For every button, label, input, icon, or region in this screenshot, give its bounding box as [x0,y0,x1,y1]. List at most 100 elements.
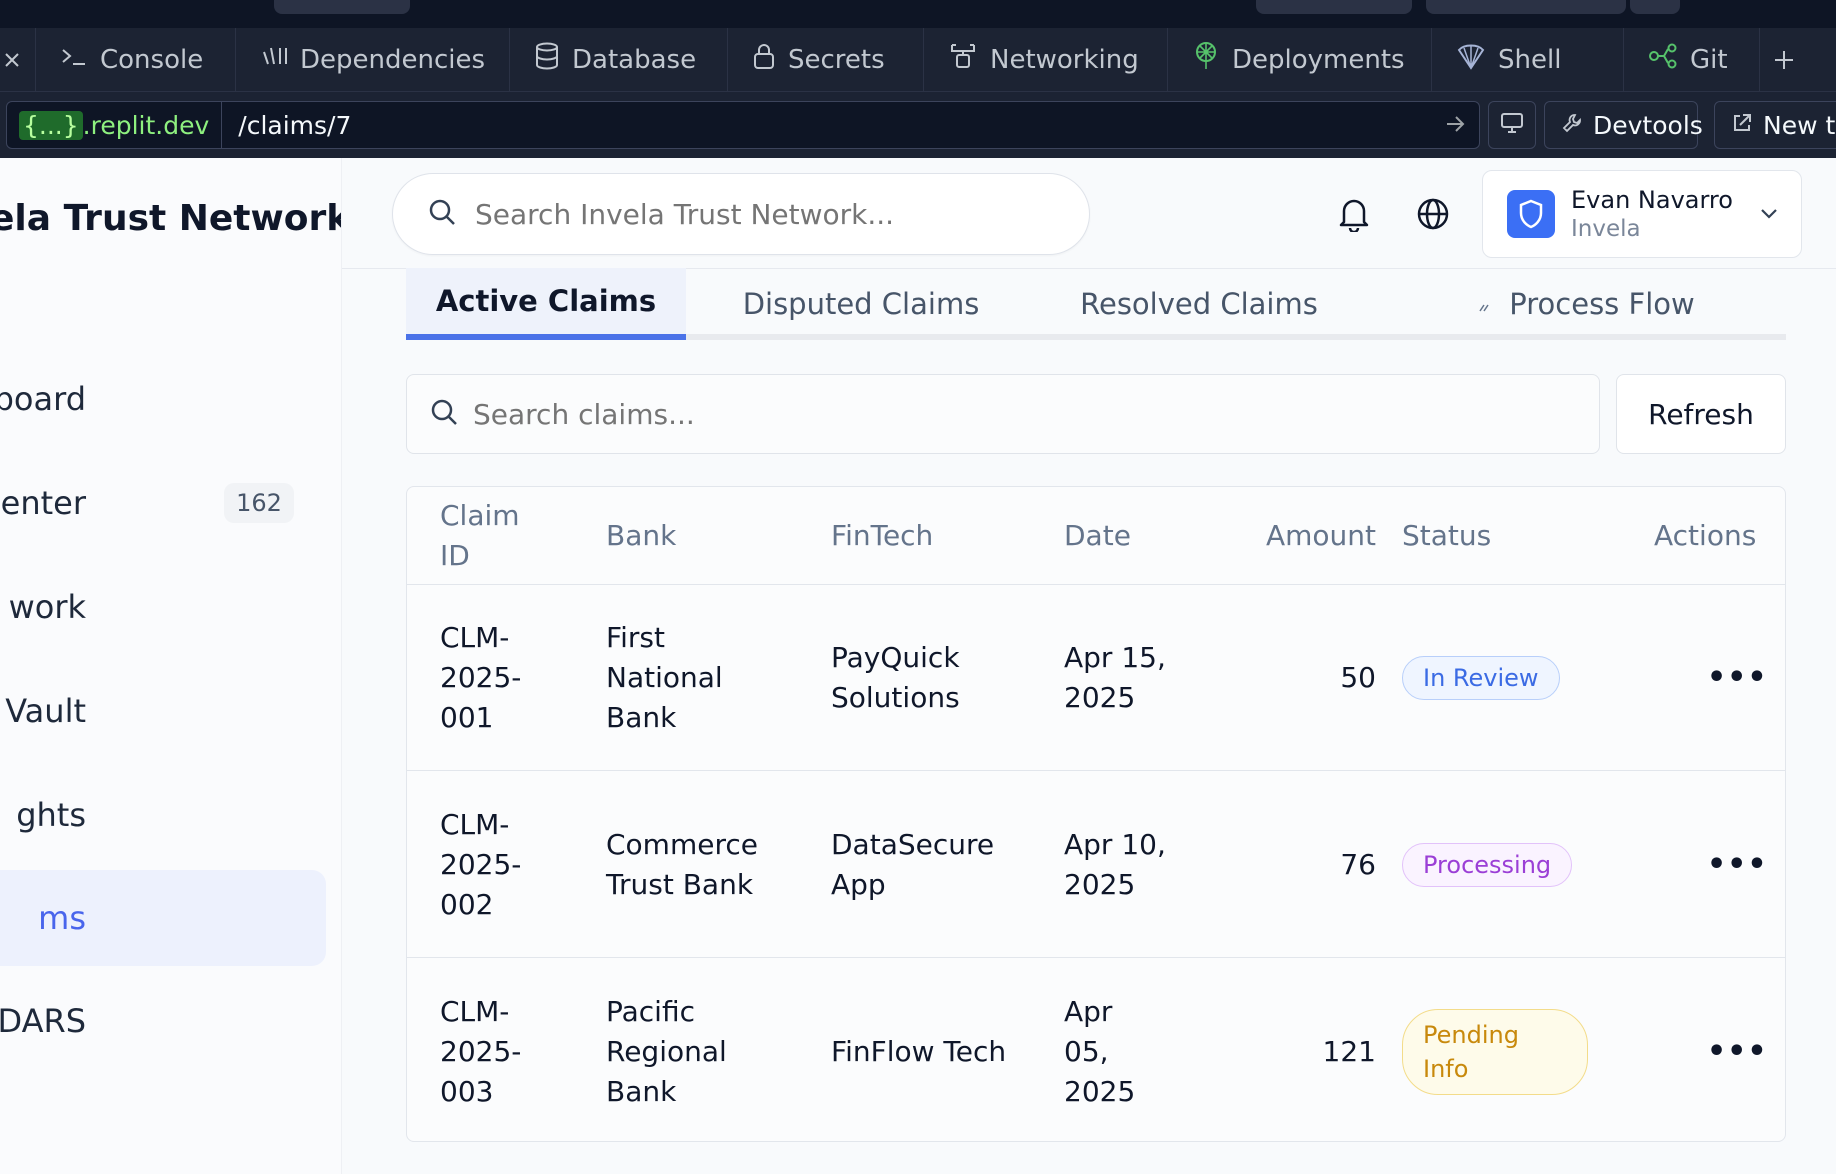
refresh-button[interactable]: Refresh [1616,374,1786,454]
new-tab-button[interactable]: New ta [1714,101,1836,149]
sidebar-item-dars[interactable]: ' DARS [0,973,326,1069]
table-row[interactable]: CLM-2025-002 Commerce Trust Bank DataSec… [407,772,1785,958]
tab-label: Active Claims [435,284,657,318]
tab-dependencies[interactable]: Dependencies [236,27,510,92]
sidebar: ela Trust Network hboard k Center 162 wo… [0,158,342,1174]
column-header-status[interactable]: Status [1402,487,1491,585]
window-tab-indicator [1256,0,1412,14]
sidebar-item-claims[interactable]: ms [0,870,326,966]
tab-secrets[interactable]: Secrets [728,27,924,92]
window-tab-indicator [274,0,410,14]
add-tab-button[interactable] [1760,28,1820,92]
new-tab-label: New ta [1763,110,1836,140]
tab-git[interactable]: Git [1624,27,1760,92]
cell-date: Apr 05, 2025 [1064,995,1136,1108]
sidebar-item-label: hboard [0,380,86,418]
tab-label: Console [100,44,204,75]
sidebar-item-label: k Center [0,484,86,522]
tab-active-claims[interactable]: Active Claims [406,268,686,340]
cell-amount: 121 [1322,1035,1376,1068]
status-badge: Pending Info [1402,1009,1588,1095]
column-header-amount[interactable]: Amount [1233,487,1376,585]
table-row[interactable]: CLM-2025-003 Pacific Regional Bank FinFl… [407,959,1785,1141]
user-menu[interactable]: Evan Navarro Invela [1482,170,1802,258]
count-badge: 162 [224,483,294,523]
bell-icon[interactable] [1334,194,1374,234]
more-actions-icon[interactable]: ••• [1707,585,1768,771]
tab-label: Deployments [1232,44,1405,75]
sidebar-item-label: Vault [5,692,86,730]
flow-icon [1477,287,1491,321]
tab-label: Resolved Claims [1080,287,1318,321]
sidebar-item-label: ' DARS [0,1002,86,1040]
cell-claim-id[interactable]: CLM-2025-001 [440,585,560,771]
terminal-icon [60,45,100,75]
tab-label: Secrets [788,44,885,75]
devtools-button[interactable]: Devtools [1544,101,1703,149]
cell-bank: Commerce Trust Bank [606,828,758,901]
sidebar-item-insights[interactable]: ghts [0,767,326,863]
external-link-icon [1731,111,1763,140]
sidebar-item-vault[interactable]: Vault [0,663,326,759]
cell-date: Apr 10, 2025 [1064,828,1166,901]
search-icon [393,197,475,231]
cell-status: In Review [1402,585,1560,771]
column-header-bank[interactable]: Bank [606,487,676,585]
sidebar-item-label: ms [38,899,86,937]
device-preview-button[interactable] [1488,101,1536,149]
shell-icon [1456,42,1498,77]
more-actions-icon[interactable]: ••• [1707,772,1768,958]
arrow-right-icon[interactable] [1445,111,1479,139]
window-tab-indicator [1630,0,1680,14]
global-search[interactable] [392,173,1090,255]
tab-database[interactable]: Database [510,27,728,92]
window-tab-indicator [1426,0,1626,14]
tab-process-flow[interactable]: Process Flow [1466,268,1706,340]
network-icon [948,41,990,78]
claims-tabs: Active Claims Disputed Claims Resolved C… [406,268,1786,340]
tab-disputed-claims[interactable]: Disputed Claims [736,268,986,340]
sidebar-item-label: work [8,588,86,626]
row-actions-glyph: ••• [1707,1034,1768,1069]
global-search-input[interactable] [475,197,1035,231]
column-header-claim-id[interactable]: Claim ID [440,487,550,585]
more-actions-icon[interactable]: ••• [1707,959,1768,1141]
cell-status: Processing [1402,772,1573,958]
column-header-fintech[interactable]: FinTech [831,487,933,585]
close-icon[interactable] [0,27,36,92]
tab-console[interactable]: Console [36,27,236,92]
user-info: Evan Navarro Invela [1571,186,1759,242]
monitor-icon [1500,111,1524,140]
sidebar-item-task-center[interactable]: k Center 162 [0,455,326,551]
globe-icon[interactable] [1413,194,1453,234]
tab-label: Git [1690,44,1728,75]
url-domain-brace: {...} [19,110,83,140]
cell-fintech: PayQuick Solutions [831,641,960,714]
tab-networking[interactable]: Networking [924,27,1168,92]
cell-bank: Pacific Regional Bank [606,995,727,1108]
window-top-strip [0,0,1836,28]
tab-resolved-claims[interactable]: Resolved Claims [1074,268,1324,340]
column-header-date[interactable]: Date [1064,487,1131,585]
claims-search-input[interactable] [473,397,1473,431]
url-field[interactable]: {...} .replit.dev /claims/7 [6,101,1480,149]
status-badge: Processing [1402,843,1573,887]
cell-claim-id[interactable]: CLM-2025-002 [440,772,560,958]
tab-label: Networking [990,44,1139,75]
sidebar-item-network[interactable]: work [0,559,326,655]
sidebar-item-dashboard[interactable]: hboard [0,351,326,447]
cell-claim-id[interactable]: CLM-2025-003 [440,959,560,1141]
tab-deployments[interactable]: Deployments [1168,27,1432,92]
address-bar-row: {...} .replit.dev /claims/7 Devtools New… [0,92,1836,158]
database-icon [534,42,572,77]
search-icon [407,397,473,431]
cell-fintech: DataSecure App [831,828,995,901]
lock-icon [752,42,788,77]
git-icon [1648,42,1690,77]
table-row[interactable]: CLM-2025-001 First National Bank PayQuic… [407,585,1785,771]
row-actions-glyph: ••• [1707,847,1768,882]
claims-search[interactable] [406,374,1600,454]
row-actions-glyph: ••• [1707,660,1768,695]
tab-shell[interactable]: Shell [1432,27,1624,92]
cell-amount: 50 [1340,661,1376,694]
